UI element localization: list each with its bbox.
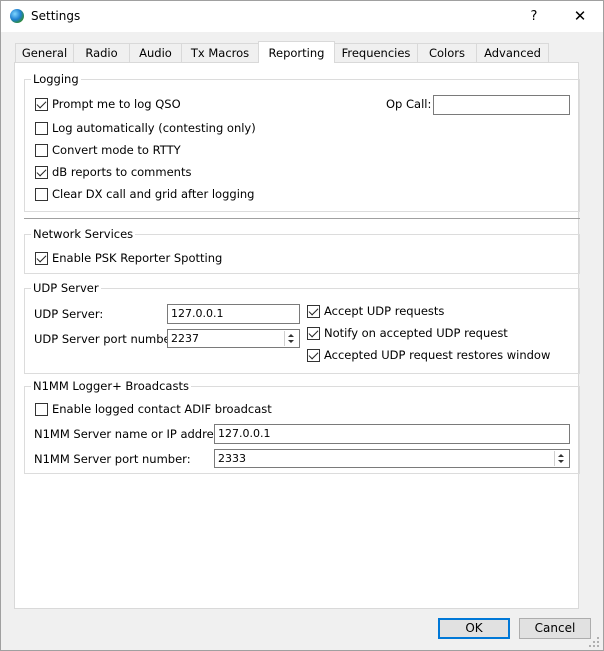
log-auto-checkbox[interactable] bbox=[35, 122, 48, 135]
prompt-log-checkbox[interactable] bbox=[35, 98, 48, 111]
cancel-button[interactable]: Cancel bbox=[519, 618, 591, 639]
udp-port-label: UDP Server port number: bbox=[34, 332, 180, 346]
n1mm-server-label: N1MM Server name or IP address: bbox=[34, 427, 230, 441]
n1mm-title: N1MM Logger+ Broadcasts bbox=[31, 379, 191, 393]
clear-dx-checkbox[interactable] bbox=[35, 188, 48, 201]
db-reports-label[interactable]: dB reports to comments bbox=[52, 165, 191, 179]
udp-port-spinbox[interactable]: 2237 bbox=[167, 329, 300, 348]
tab-radio[interactable]: Radio bbox=[73, 43, 130, 62]
tab-advanced[interactable]: Advanced bbox=[476, 43, 549, 62]
psk-reporter-checkbox[interactable] bbox=[35, 252, 48, 265]
convert-rtty-label[interactable]: Convert mode to RTTY bbox=[52, 143, 181, 157]
adif-broadcast-checkbox[interactable] bbox=[35, 403, 48, 416]
restore-window-label[interactable]: Accepted UDP request restores window bbox=[324, 348, 550, 362]
psk-reporter-label[interactable]: Enable PSK Reporter Spotting bbox=[52, 251, 222, 265]
udp-port-value: 2237 bbox=[171, 332, 199, 345]
clear-dx-label[interactable]: Clear DX call and grid after logging bbox=[52, 187, 254, 201]
udp-server-label: UDP Server: bbox=[34, 307, 104, 321]
title-bar[interactable]: Settings ? ✕ bbox=[1, 1, 603, 32]
adif-broadcast-label[interactable]: Enable logged contact ADIF broadcast bbox=[52, 402, 272, 416]
restore-window-checkbox[interactable] bbox=[307, 349, 320, 362]
op-call-input[interactable] bbox=[433, 95, 570, 115]
udp-port-stepper[interactable] bbox=[284, 331, 298, 346]
udp-server-input[interactable]: 127.0.0.1 bbox=[167, 304, 300, 324]
spin-up-icon[interactable] bbox=[558, 454, 564, 457]
n1mm-port-stepper[interactable] bbox=[554, 451, 568, 466]
udp-server-title: UDP Server bbox=[31, 281, 101, 295]
op-call-label: Op Call: bbox=[386, 97, 432, 111]
settings-dialog: Settings ? ✕ General Radio Audio Tx Macr… bbox=[0, 0, 604, 651]
tab-tx-macros[interactable]: Tx Macros bbox=[181, 43, 259, 62]
ok-button[interactable]: OK bbox=[438, 618, 510, 639]
tab-colors[interactable]: Colors bbox=[417, 43, 477, 62]
tab-audio[interactable]: Audio bbox=[129, 43, 182, 62]
db-reports-checkbox[interactable] bbox=[35, 166, 48, 179]
window-title: Settings bbox=[31, 9, 81, 23]
spin-up-icon[interactable] bbox=[288, 334, 294, 337]
spin-down-icon[interactable] bbox=[558, 460, 564, 463]
notify-udp-label[interactable]: Notify on accepted UDP request bbox=[324, 326, 508, 340]
tab-general[interactable]: General bbox=[15, 43, 74, 62]
help-button[interactable]: ? bbox=[511, 1, 557, 32]
accept-udp-checkbox[interactable] bbox=[307, 305, 320, 318]
globe-icon bbox=[10, 9, 24, 23]
logging-group-title: Logging bbox=[31, 72, 81, 86]
log-auto-label[interactable]: Log automatically (contesting only) bbox=[52, 121, 256, 135]
spin-down-icon[interactable] bbox=[288, 340, 294, 343]
separator bbox=[24, 218, 580, 219]
n1mm-server-input[interactable]: 127.0.0.1 bbox=[214, 424, 570, 444]
tab-reporting[interactable]: Reporting bbox=[258, 41, 335, 63]
n1mm-port-label: N1MM Server port number: bbox=[34, 452, 191, 466]
close-button[interactable]: ✕ bbox=[557, 1, 603, 32]
resize-grip-icon[interactable] bbox=[589, 637, 599, 647]
n1mm-port-spinbox[interactable]: 2333 bbox=[214, 449, 570, 468]
n1mm-port-value: 2333 bbox=[218, 452, 246, 465]
notify-udp-checkbox[interactable] bbox=[307, 327, 320, 340]
convert-rtty-checkbox[interactable] bbox=[35, 144, 48, 157]
network-services-title: Network Services bbox=[31, 227, 136, 241]
prompt-log-label[interactable]: Prompt me to log QSO bbox=[52, 97, 181, 111]
accept-udp-label[interactable]: Accept UDP requests bbox=[324, 304, 444, 318]
tab-frequencies[interactable]: Frequencies bbox=[334, 43, 418, 62]
